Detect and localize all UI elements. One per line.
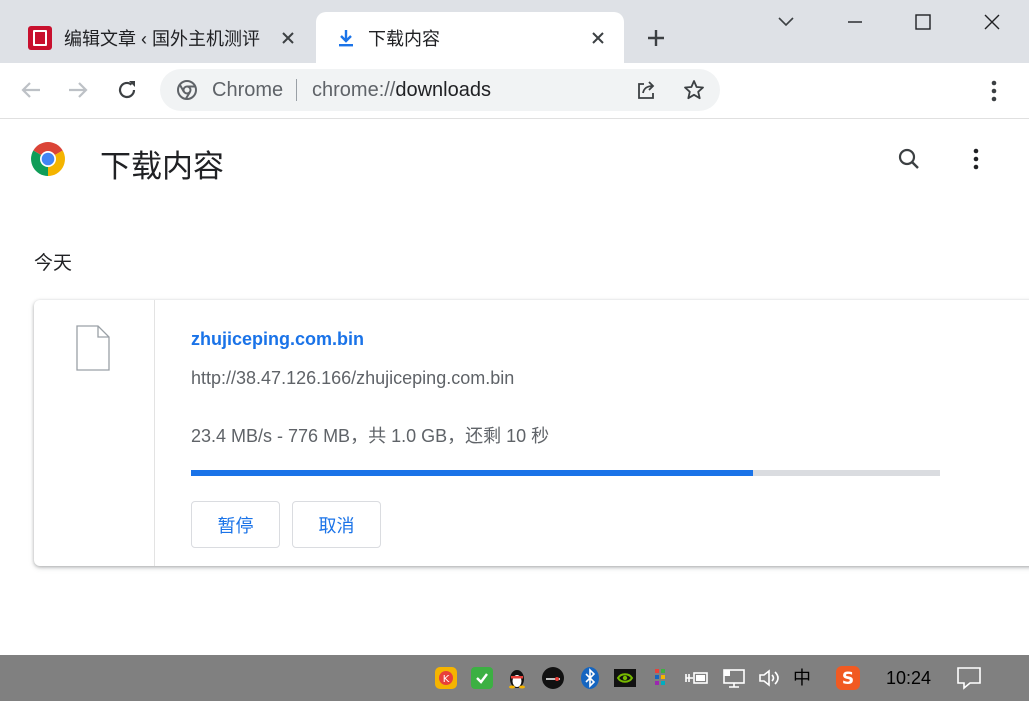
download-icon xyxy=(336,28,356,48)
back-button[interactable] xyxy=(15,74,47,106)
site-favicon-icon xyxy=(28,25,52,50)
network-icon[interactable] xyxy=(721,665,747,691)
battery-plug-icon[interactable] xyxy=(684,665,710,691)
new-tab-button[interactable] xyxy=(640,22,672,54)
network-booster-icon[interactable] xyxy=(540,665,566,691)
tab-search-button[interactable] xyxy=(763,6,809,38)
svg-text:K: K xyxy=(443,674,450,685)
site-chip-label: Chrome xyxy=(212,79,284,101)
svg-text:S: S xyxy=(842,669,854,689)
reload-button[interactable] xyxy=(111,74,143,106)
security-shield-icon[interactable] xyxy=(469,665,495,691)
downloads-header: 下载内容 xyxy=(0,119,1029,201)
chrome-page-icon xyxy=(176,79,198,106)
downloads-menu-icon[interactable] xyxy=(960,143,992,175)
taskbar-clock[interactable]: 10:24 xyxy=(886,655,931,701)
sogou-input-icon[interactable]: S xyxy=(835,665,861,691)
nvidia-icon[interactable] xyxy=(612,665,638,691)
maximize-button[interactable] xyxy=(900,6,946,38)
minimize-button[interactable] xyxy=(832,6,878,38)
download-progress-fill xyxy=(191,470,753,476)
download-item: zhujiceping.com.bin http://38.47.126.166… xyxy=(34,300,1029,566)
tab-strip: 编辑文章 ‹ 国外主机测评 下载内容 xyxy=(0,0,1029,63)
cancel-button[interactable]: 取消 xyxy=(292,501,381,548)
date-section-heading: 今天 xyxy=(34,253,73,274)
pause-button[interactable]: 暂停 xyxy=(191,501,280,548)
file-icon xyxy=(76,325,110,376)
download-progress-bar xyxy=(191,470,940,476)
ime-language-indicator[interactable]: 中 xyxy=(793,655,811,701)
browser-menu-button[interactable] xyxy=(978,75,1010,107)
page-title: 下载内容 xyxy=(100,149,224,184)
close-window-button[interactable] xyxy=(969,6,1015,38)
action-center-icon[interactable] xyxy=(956,665,982,691)
bookmark-star-icon[interactable] xyxy=(682,78,706,102)
chrome-logo-icon xyxy=(30,141,66,182)
url-text[interactable]: chrome://downloads xyxy=(312,69,491,111)
search-downloads-icon[interactable] xyxy=(893,143,925,175)
tab-title: 下载内容 xyxy=(368,28,440,49)
close-tab-icon[interactable] xyxy=(586,26,610,50)
tab-edit-article[interactable]: 编辑文章 ‹ 国外主机测评 xyxy=(16,12,314,63)
url-host: downloads xyxy=(395,79,491,101)
card-divider xyxy=(154,300,155,566)
toolbar: Chrome chrome://downloads xyxy=(0,63,1029,119)
windows-taskbar: K 中 S 10:24 xyxy=(0,655,1029,701)
bluetooth-icon[interactable] xyxy=(577,665,603,691)
close-tab-icon[interactable] xyxy=(276,26,300,50)
omnibox-separator xyxy=(296,79,297,101)
download-status: 23.4 MB/s - 776 MB，共 1.0 GB，还剩 10 秒 xyxy=(191,426,550,446)
color-grid-app-icon[interactable] xyxy=(648,665,674,691)
tab-downloads[interactable]: 下载内容 xyxy=(316,12,624,63)
address-bar[interactable]: Chrome chrome://downloads xyxy=(160,69,720,111)
volume-icon[interactable] xyxy=(756,665,782,691)
file-name-link[interactable]: zhujiceping.com.bin xyxy=(191,329,364,350)
forward-button[interactable] xyxy=(62,74,94,106)
share-icon[interactable] xyxy=(634,78,658,102)
file-source-url[interactable]: http://38.47.126.166/zhujiceping.com.bin xyxy=(191,368,514,389)
tab-title: 编辑文章 ‹ 国外主机测评 xyxy=(64,28,260,49)
url-scheme: chrome:// xyxy=(312,79,396,101)
qq-penguin-icon[interactable] xyxy=(504,665,530,691)
kugou-music-icon[interactable]: K xyxy=(433,665,459,691)
